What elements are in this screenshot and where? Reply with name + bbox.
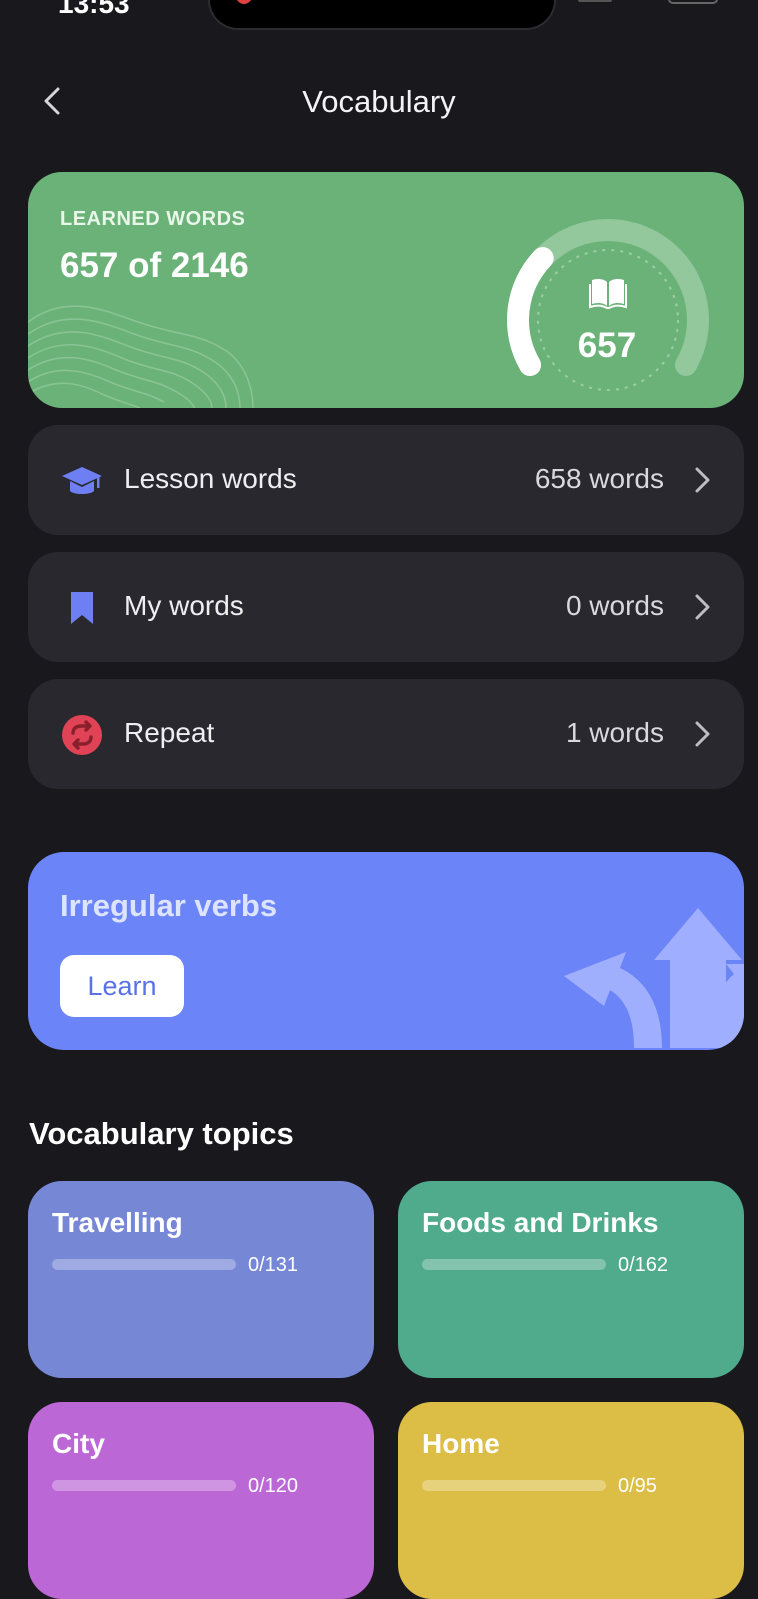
learned-words-count: 657 of 2146 xyxy=(60,246,249,285)
my-words-label: My words xyxy=(124,590,244,621)
irregular-verbs-title: Irregular verbs xyxy=(60,888,278,923)
topic-card-home[interactable]: Home 0/95 xyxy=(398,1402,744,1599)
topic-progress-text: 0/120 xyxy=(248,1475,299,1497)
gauge-value: 657 xyxy=(577,326,637,365)
topic-name: Foods and Drinks xyxy=(422,1207,659,1238)
bookmark-icon xyxy=(71,592,93,624)
dynamic-island xyxy=(208,0,556,30)
book-icon xyxy=(589,278,627,309)
repeat-icon xyxy=(62,715,102,755)
repeat-row[interactable]: Repeat 1 words xyxy=(28,679,744,789)
learned-words-label: LEARNED WORDS xyxy=(60,208,246,230)
topic-card-travelling[interactable]: Travelling 0/131 xyxy=(28,1181,374,1378)
topic-name: Home xyxy=(422,1428,500,1459)
topic-progress-text: 0/95 xyxy=(618,1475,657,1497)
learn-button[interactable]: Learn xyxy=(60,955,184,1017)
repeat-label: Repeat xyxy=(124,717,215,748)
topic-card-foods-and-drinks[interactable]: Foods and Drinks 0/162 xyxy=(398,1181,744,1378)
topic-progress-text: 0/162 xyxy=(618,1254,669,1276)
irregular-verbs-card[interactable]: Irregular verbs Learn xyxy=(28,852,744,1050)
topic-progress-bar xyxy=(52,1480,236,1491)
lesson-words-label: Lesson words xyxy=(124,463,297,494)
topic-progress-bar xyxy=(52,1259,236,1270)
my-words-row[interactable]: My words 0 words xyxy=(28,552,744,662)
topic-progress-bar xyxy=(422,1480,606,1491)
lesson-words-row[interactable]: Lesson words 658 words xyxy=(28,425,744,535)
graduation-cap-icon xyxy=(62,467,102,494)
my-words-count: 0 words xyxy=(565,590,664,621)
repeat-count: 1 words xyxy=(565,717,664,748)
signal-icon xyxy=(578,0,612,2)
chevron-right-icon xyxy=(695,467,710,493)
status-time: 13:53 xyxy=(58,0,130,19)
status-bar: 13:53 xyxy=(0,0,758,30)
chevron-right-icon xyxy=(695,721,710,747)
battery-icon xyxy=(668,0,718,4)
lesson-words-count: 658 words xyxy=(534,463,664,494)
topic-card-city[interactable]: City 0/120 xyxy=(28,1402,374,1599)
wave-pattern-decoration xyxy=(28,305,254,408)
topic-name: Travelling xyxy=(52,1207,183,1238)
learned-words-card[interactable]: LEARNED WORDS 657 of 2146 657 xyxy=(28,172,744,408)
page-title: Vocabulary xyxy=(302,84,456,119)
arrows-decoration-icon xyxy=(564,908,744,1048)
topic-progress-bar xyxy=(422,1259,606,1270)
topic-name: City xyxy=(52,1428,105,1459)
vocabulary-topics-heading: Vocabulary topics xyxy=(29,1116,294,1151)
chevron-right-icon xyxy=(695,594,710,620)
topic-progress-text: 0/131 xyxy=(248,1254,299,1276)
